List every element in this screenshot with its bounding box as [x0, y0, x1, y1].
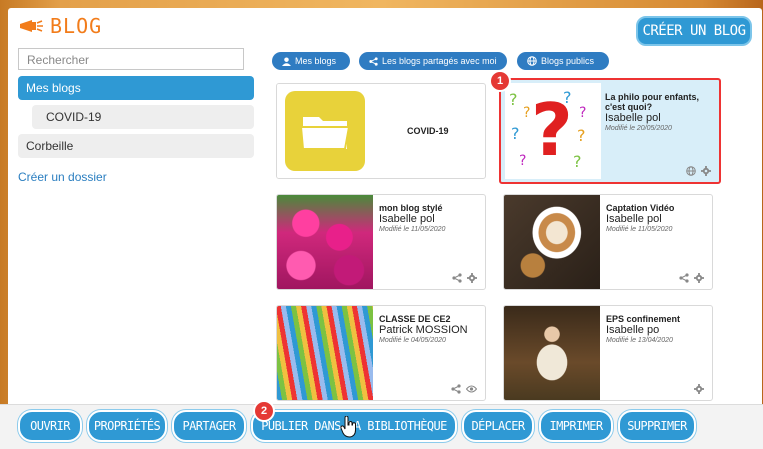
blog-actions — [452, 273, 477, 283]
svg-text:?: ? — [511, 124, 520, 143]
pencils-image — [277, 306, 373, 400]
filter-my-blogs-label: Mes blogs — [295, 56, 337, 66]
sidebar-item-my-blogs[interactable]: Mes blogs — [18, 76, 254, 100]
blog-card-video[interactable]: Captation Vidéo Isabelle pol Modifié le … — [503, 194, 713, 290]
share-icon — [369, 56, 378, 66]
globe-icon — [527, 56, 537, 66]
blog-title: Captation Vidéo — [606, 203, 675, 213]
share-icon[interactable] — [679, 273, 689, 283]
filter-public[interactable]: Blogs publics — [517, 52, 609, 70]
blog-card-eps[interactable]: EPS confinement Isabelle po Modifié le 1… — [503, 305, 713, 401]
painting-image — [504, 306, 600, 400]
blog-author: Isabelle po — [606, 324, 660, 336]
eye-icon[interactable] — [466, 384, 477, 394]
coffee-image — [504, 195, 600, 289]
create-blog-button[interactable]: CRÉER UN BLOG — [636, 16, 752, 46]
svg-text:?: ? — [519, 153, 526, 169]
sidebar-item-trash[interactable]: Corbeille — [18, 134, 254, 158]
filter-shared[interactable]: Les blogs partagés avec moi — [359, 52, 507, 70]
folder-name: COVID-19 — [407, 126, 449, 136]
gear-icon[interactable] — [694, 273, 704, 283]
filter-shared-label: Les blogs partagés avec moi — [382, 56, 497, 66]
share-icon[interactable] — [452, 273, 462, 283]
blog-info: La philo pour enfants, c'est quoi? Isabe… — [605, 92, 713, 134]
blog-modified: Modifié le 11/05/2020 — [606, 226, 673, 233]
megaphone-icon — [20, 20, 43, 32]
blog-title: EPS confinement — [606, 314, 681, 324]
delete-button[interactable]: SUPPRIMER — [618, 410, 696, 442]
blog-title: La philo pour enfants, c'est quoi? — [605, 92, 699, 112]
step-badge-1: 1 — [489, 70, 511, 92]
svg-text:?: ? — [523, 105, 530, 121]
svg-text:?: ? — [577, 126, 586, 145]
sidebar-item-covid[interactable]: COVID-19 — [32, 105, 254, 129]
page-title: BLOG — [50, 14, 103, 38]
blog-info: CLASSE DE CE2 Patrick MOSSION Modifié le… — [379, 314, 479, 346]
svg-text:?: ? — [573, 152, 582, 171]
blog-modified: Modifié le 13/04/2020 — [606, 337, 673, 344]
share-button[interactable]: PARTAGER — [172, 410, 246, 442]
blog-info: Captation Vidéo Isabelle pol Modifié le … — [606, 203, 706, 235]
blog-author: Isabelle pol — [605, 112, 661, 124]
blog-actions — [679, 273, 704, 283]
folder-icon — [277, 84, 373, 178]
blog-modified: Modifié le 04/05/2020 — [379, 337, 446, 344]
blog-author: Isabelle pol — [379, 213, 435, 225]
open-button[interactable]: OUVRIR — [18, 410, 82, 442]
folder-card-covid[interactable]: COVID-19 — [276, 83, 486, 179]
properties-button[interactable]: PROPRIÉTÉS — [87, 410, 167, 442]
question-marks-image: ? ? ? ? ? ? ? ? ? — [505, 83, 601, 179]
svg-text:?: ? — [579, 105, 586, 121]
svg-text:?: ? — [563, 88, 572, 107]
blog-info: EPS confinement Isabelle po Modifié le 1… — [606, 314, 706, 346]
gear-icon[interactable] — [467, 273, 477, 283]
blog-title: mon blog stylé — [379, 203, 443, 213]
blog-card-ce2[interactable]: CLASSE DE CE2 Patrick MOSSION Modifié le… — [276, 305, 486, 401]
app-logo: BLOG — [18, 14, 102, 38]
search-input[interactable]: Rechercher — [18, 48, 244, 70]
hand-cursor-icon — [340, 416, 356, 438]
blog-info: mon blog stylé Isabelle pol Modifié le 1… — [379, 203, 479, 235]
filter-public-label: Blogs publics — [541, 56, 595, 66]
blog-modified: Modifié le 11/05/2020 — [379, 226, 446, 233]
blog-modified: Modifié le 20/05/2020 — [605, 125, 672, 132]
blog-actions — [686, 166, 711, 176]
share-icon[interactable] — [451, 384, 461, 394]
svg-text:?: ? — [509, 90, 518, 109]
flowers-image — [277, 195, 373, 289]
gear-icon[interactable] — [694, 384, 704, 394]
blog-actions — [451, 384, 477, 394]
print-button[interactable]: IMPRIMER — [539, 410, 613, 442]
create-folder-link[interactable]: Créer un dossier — [18, 170, 107, 184]
blog-title: CLASSE DE CE2 — [379, 314, 451, 324]
move-button[interactable]: DÉPLACER — [462, 410, 534, 442]
blog-card-style[interactable]: mon blog stylé Isabelle pol Modifié le 1… — [276, 194, 486, 290]
gear-icon[interactable] — [701, 166, 711, 176]
user-icon — [282, 56, 291, 66]
filter-my-blogs[interactable]: Mes blogs — [272, 52, 350, 70]
blog-author: Isabelle pol — [606, 213, 662, 225]
blog-author: Patrick MOSSION — [379, 324, 468, 336]
globe-icon[interactable] — [686, 166, 696, 176]
blog-actions — [694, 384, 704, 394]
step-badge-2: 2 — [253, 400, 275, 422]
blog-card-philo[interactable]: ? ? ? ? ? ? ? ? ? La philo pour enfants,… — [499, 78, 721, 184]
